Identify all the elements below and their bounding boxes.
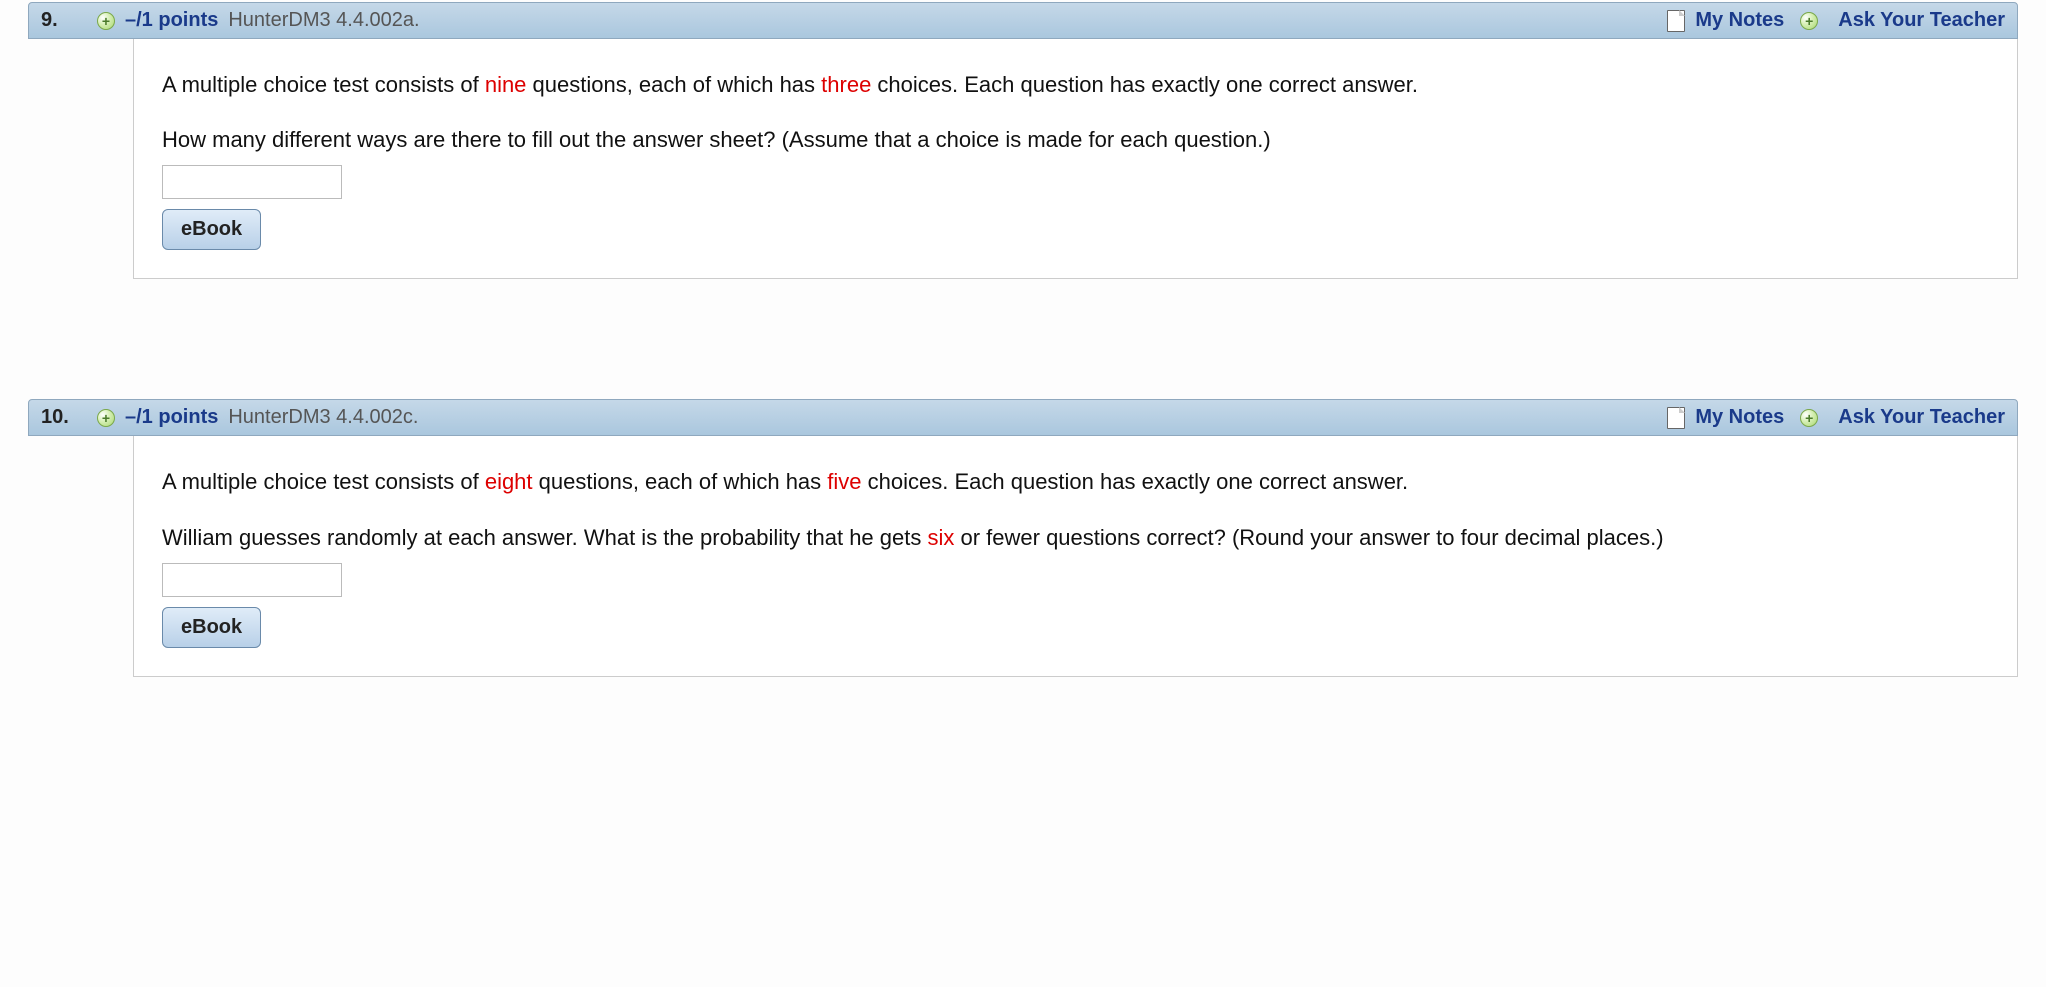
header-actions: My Notes + Ask Your Teacher bbox=[1667, 9, 2005, 32]
question-block: 9. + –/1 points HunterDM3 4.4.002a. My N… bbox=[28, 0, 2018, 279]
answer-input[interactable] bbox=[162, 165, 342, 199]
points-label[interactable]: –/1 points bbox=[125, 406, 218, 429]
question-header: 9. + –/1 points HunterDM3 4.4.002a. My N… bbox=[28, 2, 2018, 39]
header-actions: My Notes + Ask Your Teacher bbox=[1667, 406, 2005, 429]
my-notes-link[interactable]: My Notes bbox=[1695, 406, 1784, 429]
question-block: 10. + –/1 points HunterDM3 4.4.002c. My … bbox=[28, 399, 2018, 676]
points-label[interactable]: –/1 points bbox=[125, 9, 218, 32]
question-body: A multiple choice test consists of eight… bbox=[133, 436, 2018, 676]
question-intro: A multiple choice test consists of nine … bbox=[162, 67, 1989, 102]
ask-teacher-link[interactable]: Ask Your Teacher bbox=[1838, 406, 2005, 429]
source-label: HunterDM3 4.4.002a. bbox=[228, 9, 419, 32]
randomized-value: three bbox=[821, 72, 871, 97]
expand-icon[interactable]: + bbox=[97, 12, 115, 30]
question-prompt: William guesses randomly at each answer.… bbox=[162, 520, 1989, 555]
question-number: 10. bbox=[41, 406, 73, 429]
ask-teacher-link[interactable]: Ask Your Teacher bbox=[1838, 9, 2005, 32]
notes-icon[interactable] bbox=[1667, 10, 1685, 32]
question-intro: A multiple choice test consists of eight… bbox=[162, 464, 1989, 499]
plus-icon[interactable]: + bbox=[1800, 409, 1818, 427]
randomized-value: five bbox=[827, 469, 861, 494]
plus-icon[interactable]: + bbox=[1800, 12, 1818, 30]
ebook-button[interactable]: eBook bbox=[162, 209, 261, 250]
ebook-button[interactable]: eBook bbox=[162, 607, 261, 648]
notes-icon[interactable] bbox=[1667, 407, 1685, 429]
question-body: A multiple choice test consists of nine … bbox=[133, 39, 2018, 279]
randomized-value: eight bbox=[485, 469, 533, 494]
question-header: 10. + –/1 points HunterDM3 4.4.002c. My … bbox=[28, 399, 2018, 436]
question-number: 9. bbox=[41, 9, 73, 32]
question-prompt: How many different ways are there to fil… bbox=[162, 122, 1989, 157]
randomized-value: nine bbox=[485, 72, 527, 97]
my-notes-link[interactable]: My Notes bbox=[1695, 9, 1784, 32]
answer-input[interactable] bbox=[162, 563, 342, 597]
expand-icon[interactable]: + bbox=[97, 409, 115, 427]
randomized-value: six bbox=[927, 525, 954, 550]
source-label: HunterDM3 4.4.002c. bbox=[228, 406, 418, 429]
